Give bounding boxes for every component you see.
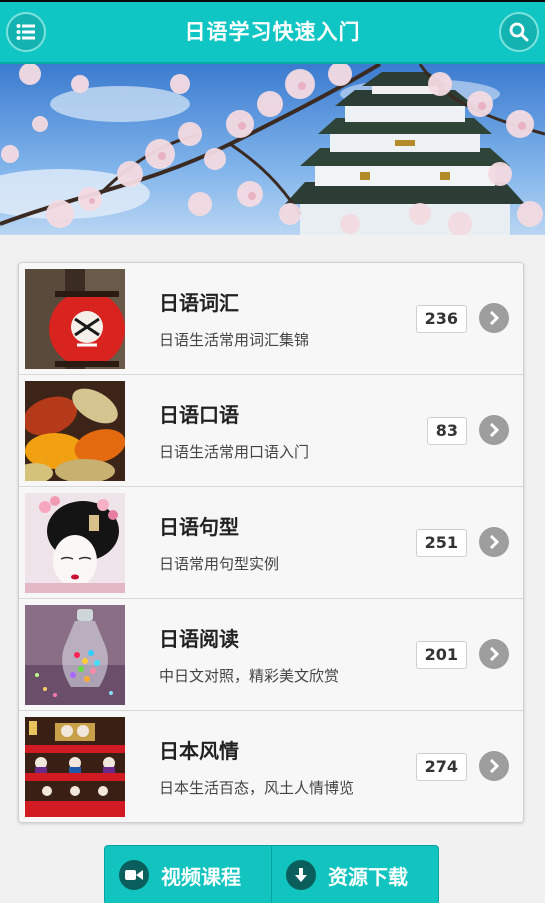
list-item-sentence-patterns[interactable]: 日语句型 日语常用句型实例 251	[19, 487, 523, 599]
chevron-right-icon[interactable]	[479, 303, 509, 333]
item-title: 日语口语	[159, 403, 239, 427]
banner-image	[0, 64, 545, 235]
item-subtitle: 日语生活常用词汇集锦	[159, 331, 310, 349]
item-count-badge: 274	[415, 753, 467, 781]
item-count-badge: 251	[415, 529, 467, 557]
item-subtitle: 中日文对照，精彩美文欣赏	[159, 667, 340, 685]
resource-download-button[interactable]: 资源下载	[271, 846, 438, 903]
list-item-reading[interactable]: 日语阅读 中日文对照，精彩美文欣赏 201	[19, 599, 523, 711]
list-item-culture[interactable]: 日本风情 日本生活百态，风土人情博览 274	[19, 711, 523, 822]
chevron-right-icon[interactable]	[479, 751, 509, 781]
item-title: 日本风情	[159, 739, 239, 763]
item-title: 日语词汇	[159, 291, 239, 315]
item-count-badge: 236	[415, 305, 467, 333]
search-button[interactable]	[499, 12, 539, 52]
app-header: 日语学习快速入门	[0, 0, 545, 64]
item-subtitle: 日语常用句型实例	[159, 555, 280, 573]
category-list: 日语词汇 日语生活常用词汇集锦 236 日语口语 日语生活常用口语入门 83 日…	[18, 262, 524, 823]
geisha-thumbnail	[25, 493, 125, 593]
video-course-label: 视频课程	[161, 864, 241, 889]
download-icon	[286, 860, 316, 890]
bottom-button-group: 视频课程 资源下载	[104, 845, 439, 903]
chevron-right-icon[interactable]	[479, 527, 509, 557]
item-subtitle: 日本生活百态，风土人情博览	[159, 779, 355, 797]
item-count-badge: 201	[415, 641, 467, 669]
video-camera-icon	[119, 860, 149, 890]
page-title: 日语学习快速入门	[184, 20, 361, 44]
item-subtitle: 日语生活常用口语入门	[159, 443, 310, 461]
item-title: 日语阅读	[159, 627, 239, 651]
video-course-button[interactable]: 视频课程	[105, 846, 271, 903]
hina-dolls-thumbnail	[25, 717, 125, 817]
item-title: 日语句型	[159, 515, 239, 539]
list-item-speaking[interactable]: 日语口语 日语生活常用口语入门 83	[19, 375, 523, 487]
chevron-right-icon[interactable]	[479, 639, 509, 669]
autumn-leaves-thumbnail	[25, 381, 125, 481]
resource-download-label: 资源下载	[328, 864, 408, 889]
item-count-badge: 83	[426, 417, 467, 445]
candy-jar-thumbnail	[25, 605, 125, 705]
list-item-vocabulary[interactable]: 日语词汇 日语生活常用词汇集锦 236	[19, 263, 523, 375]
red-lantern-thumbnail	[25, 269, 125, 369]
chevron-right-icon[interactable]	[479, 415, 509, 445]
search-icon	[509, 22, 529, 42]
